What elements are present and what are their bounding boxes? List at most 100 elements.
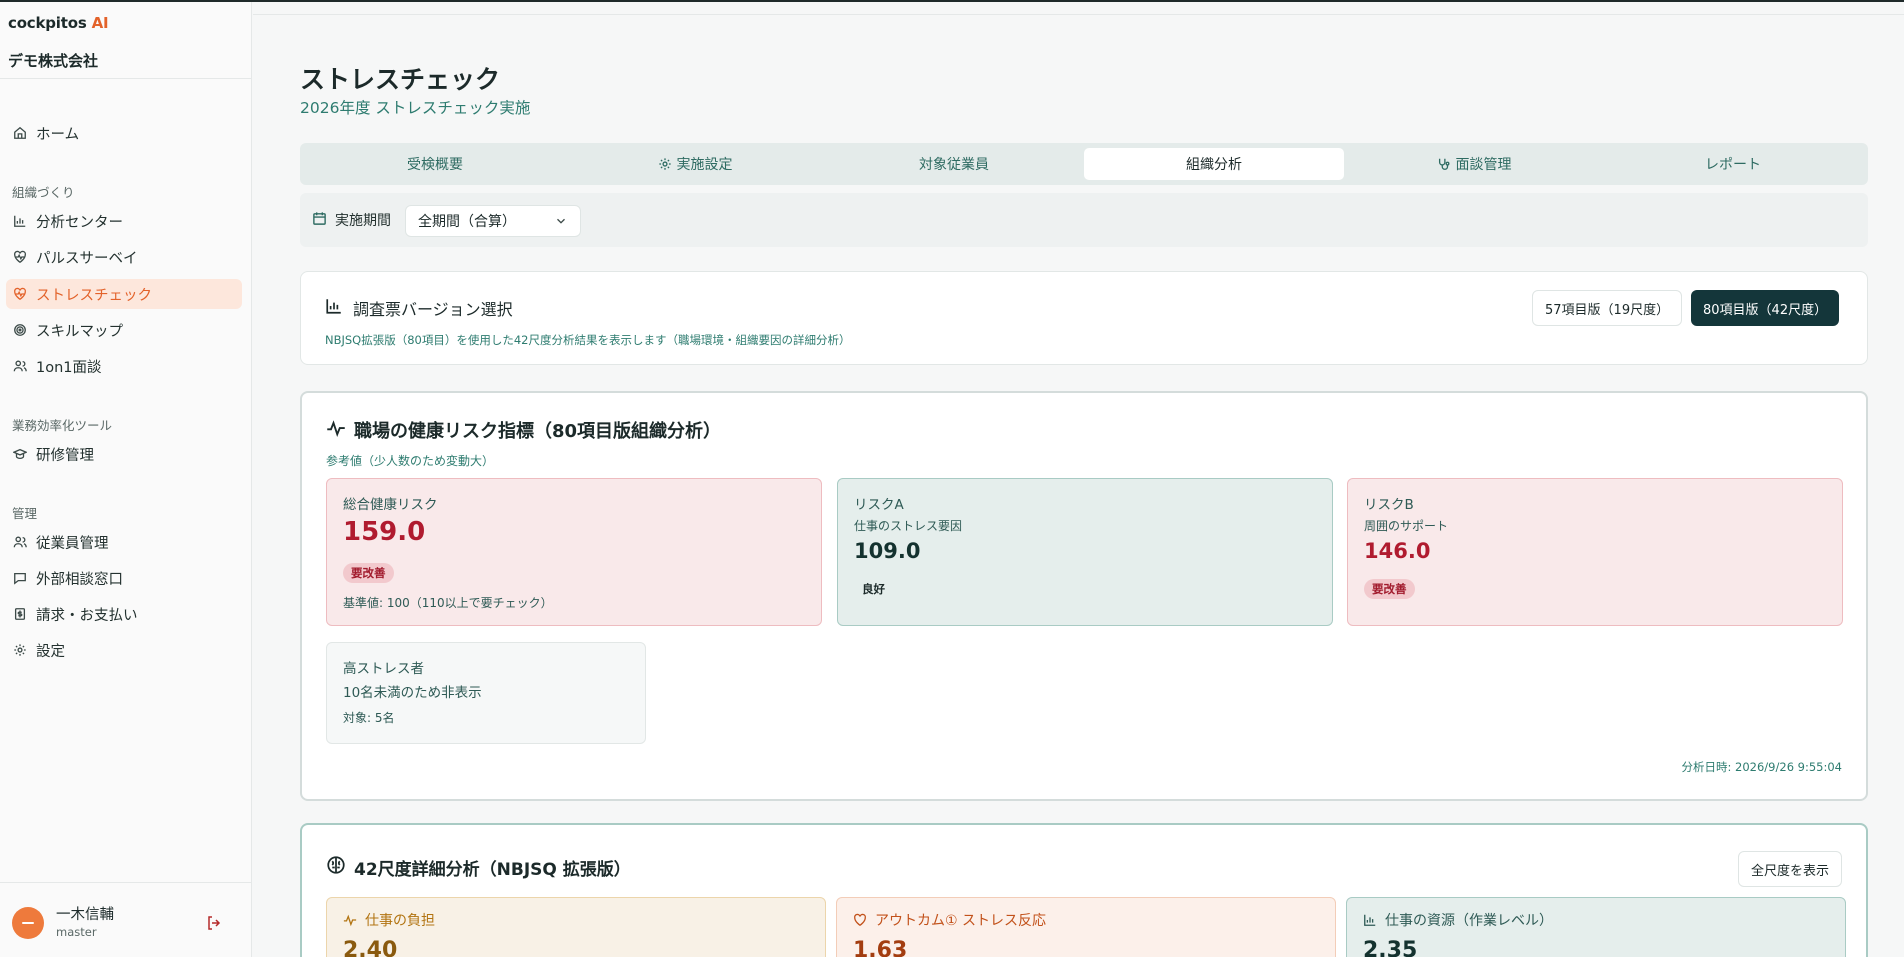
risk-b-card: リスクB 周囲のサポート 146.0 要改善	[1347, 478, 1843, 626]
tab-org-analysis[interactable]: 組織分析	[1084, 148, 1344, 180]
sidebar-item-stress-check[interactable]: ストレスチェック	[6, 279, 242, 309]
bar-chart-icon	[325, 297, 343, 319]
gear-icon	[658, 157, 672, 171]
bar-chart-icon	[12, 213, 28, 229]
scale-label: 仕事の負担	[343, 910, 435, 930]
page-subtitle: 2026年度 ストレスチェック実施	[300, 99, 531, 117]
scale-card-stress-response[interactable]: アウトカム① ストレス反応 1.63	[836, 897, 1336, 957]
risk-a-sub: 仕事のストレス要因	[854, 519, 963, 533]
version-57-button[interactable]: 57項目版（19尺度）	[1532, 290, 1683, 326]
health-risk-subtitle: 参考値（少人数のため変動大）	[326, 454, 495, 468]
sidebar-item-pulse-survey[interactable]: パルスサーベイ	[6, 242, 242, 272]
sidebar-item-1on1[interactable]: 1on1面談	[6, 351, 242, 381]
tab-label: 組織分析	[1186, 157, 1242, 173]
period-filter-label: 実施期間	[312, 210, 391, 230]
sidebar-item-label: ストレスチェック	[36, 287, 152, 304]
scale-label-text: 仕事の資源（作業レベル）	[1385, 913, 1553, 929]
bar-chart-icon	[1363, 913, 1377, 927]
total-health-risk-card: 総合健康リスク 159.0 要改善 基準値: 100（110以上で要チェック）	[326, 478, 822, 626]
status-badge: 要改善	[343, 563, 394, 583]
tab-label: レポート	[1705, 157, 1761, 173]
avatar[interactable]	[12, 907, 44, 939]
activity-icon	[326, 418, 346, 443]
sidebar-item-skill-map[interactable]: スキルマップ	[6, 315, 242, 345]
risk-b-label: リスクB	[1364, 497, 1414, 513]
sidebar-item-label: 請求・お支払い	[36, 607, 138, 624]
tab-label: 実施設定	[676, 157, 733, 173]
sidebar-item-label: スキルマップ	[36, 323, 123, 340]
total-risk-label: 総合健康リスク	[343, 497, 438, 513]
sidebar-section-tools: 業務効率化ツール	[12, 418, 113, 433]
tab-interview-management[interactable]: 面談管理	[1344, 148, 1604, 180]
sidebar-item-label: 1on1面談	[36, 359, 102, 376]
scale-label: 仕事の資源（作業レベル）	[1363, 910, 1553, 930]
tab-overview[interactable]: 受検概要	[305, 148, 565, 180]
sidebar-item-training[interactable]: 研修管理	[6, 439, 242, 469]
header-divider	[253, 14, 1904, 15]
tab-settings[interactable]: 実施設定	[565, 148, 825, 180]
app-logo[interactable]: cockpitos AI	[8, 14, 109, 32]
company-name[interactable]: デモ株式会社	[8, 50, 98, 71]
risk-b-sub: 周囲のサポート	[1364, 519, 1449, 533]
user-profile: 一木信輔 master	[0, 882, 251, 957]
scale-card-work-burden[interactable]: 仕事の負担 2.40	[326, 897, 826, 957]
main-content: ストレスチェック 2026年度 ストレスチェック実施 受検概要 実施設定 対象従…	[253, 2, 1904, 957]
sidebar-item-label: ホーム	[36, 126, 80, 143]
sidebar-item-settings[interactable]: 設定	[6, 635, 242, 665]
risk-b-value: 146.0	[1364, 539, 1431, 563]
scale-card-work-resources[interactable]: 仕事の資源（作業レベル） 2.35	[1346, 897, 1846, 957]
sidebar-divider	[0, 78, 251, 79]
risk-a-card: リスクA 仕事のストレス要因 109.0 良好	[837, 478, 1333, 626]
heart-icon	[853, 913, 867, 927]
scale-detail-card: 42尺度詳細分析（NBJSQ 拡張版） 全尺度を表示 仕事の負担 2.40 アウ…	[300, 823, 1868, 957]
logo-text: cockpitos	[8, 14, 87, 32]
total-risk-note: 基準値: 100（110以上で要チェック）	[343, 596, 553, 610]
sidebar-item-employees[interactable]: 従業員管理	[6, 527, 242, 557]
logout-icon[interactable]	[206, 915, 222, 935]
sidebar: cockpitos AI デモ株式会社 ホーム 組織づくり 分析センター パルス…	[0, 2, 252, 957]
status-badge: 良好	[862, 582, 885, 596]
sidebar-item-label: 設定	[36, 643, 65, 660]
risk-a-label: リスクA	[854, 497, 904, 513]
sidebar-section-admin: 管理	[12, 506, 38, 521]
survey-version-title-text: 調査票バージョン選択	[353, 300, 513, 319]
tab-target-employees[interactable]: 対象従業員	[824, 148, 1084, 180]
home-icon	[12, 125, 28, 141]
analysis-timestamp: 分析日時: 2026/9/26 9:55:04	[1681, 760, 1842, 774]
high-stress-target: 対象: 5名	[343, 711, 395, 725]
sidebar-item-analytics-center[interactable]: 分析センター	[6, 206, 242, 236]
heart-pulse-icon	[12, 286, 28, 302]
tab-label: 対象従業員	[919, 157, 989, 173]
high-stress-message: 10名未満のため非表示	[343, 685, 482, 701]
show-all-scales-button[interactable]: 全尺度を表示	[1737, 851, 1842, 887]
version-80-button[interactable]: 80項目版（42尺度）	[1691, 290, 1840, 326]
message-icon	[12, 570, 28, 586]
user-name: 一木信輔	[56, 907, 114, 923]
period-select-value: 全期間（合算）	[418, 214, 516, 230]
tab-report[interactable]: レポート	[1603, 148, 1863, 180]
scale-label-text: 仕事の負担	[365, 913, 435, 929]
scale-value: 1.63	[853, 938, 908, 957]
period-filter-bar: 実施期間 全期間（合算）	[300, 193, 1868, 247]
sidebar-item-label: 分析センター	[36, 214, 123, 231]
sidebar-item-home[interactable]: ホーム	[6, 118, 242, 148]
users-icon	[12, 534, 28, 550]
logo-accent: AI	[91, 14, 109, 32]
activity-icon	[343, 913, 357, 927]
sidebar-item-label: 外部相談窓口	[36, 571, 123, 588]
scale-value: 2.35	[1363, 938, 1418, 957]
high-stress-label: 高ストレス者	[343, 661, 424, 677]
status-badge: 要改善	[1364, 579, 1415, 599]
period-select[interactable]: 全期間（合算）	[405, 205, 581, 237]
scale-value: 2.40	[343, 938, 398, 957]
sidebar-section-org: 組織づくり	[12, 185, 75, 200]
scale-detail-title: 42尺度詳細分析（NBJSQ 拡張版）	[326, 855, 631, 880]
sidebar-item-billing[interactable]: 請求・お支払い	[6, 599, 242, 629]
tab-label: 面談管理	[1455, 157, 1512, 173]
high-stress-card: 高ストレス者 10名未満のため非表示 対象: 5名	[326, 642, 646, 744]
chevron-down-icon	[554, 214, 568, 232]
stethoscope-icon	[1437, 157, 1451, 171]
survey-version-card: 調査票バージョン選択 NBJSQ拡張版（80項目）を使用した42尺度分析結果を表…	[300, 271, 1868, 365]
sidebar-item-external-consult[interactable]: 外部相談窓口	[6, 563, 242, 593]
heart-pulse-icon	[12, 249, 28, 265]
